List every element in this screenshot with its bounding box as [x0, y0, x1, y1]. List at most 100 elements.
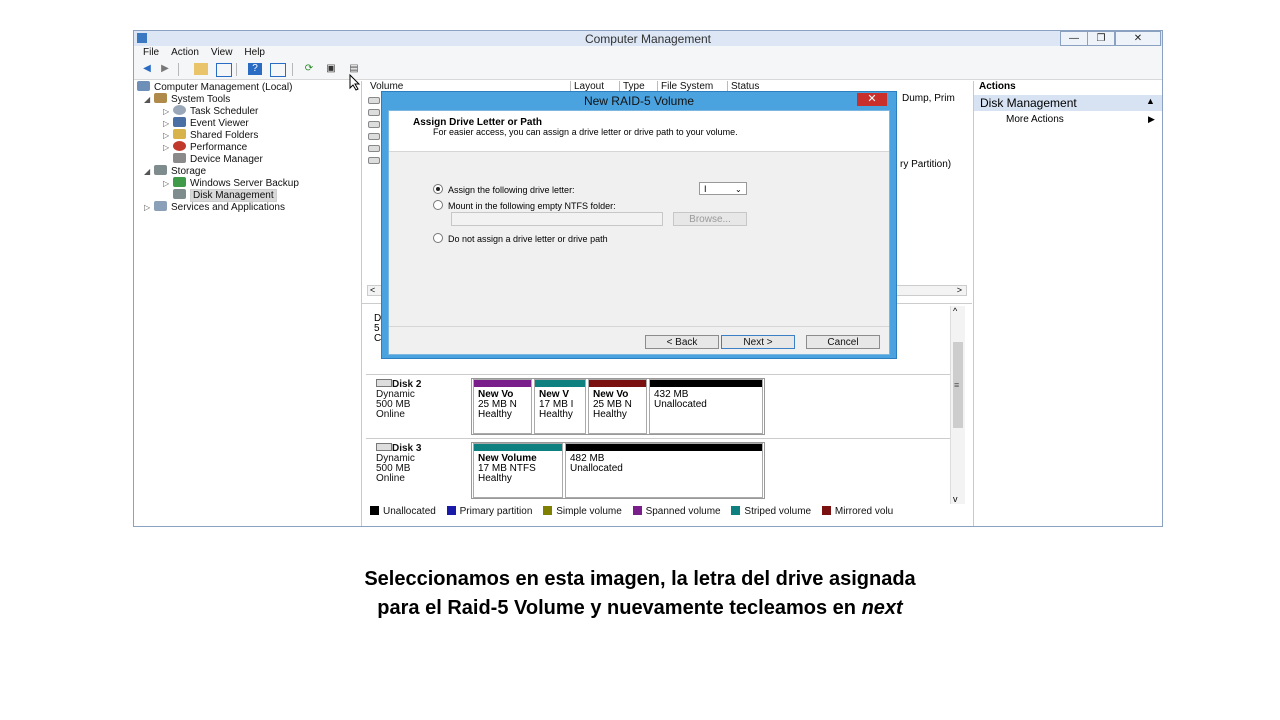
back-arrow-icon[interactable]: ◀: [140, 63, 154, 75]
shared-folder-icon: [173, 129, 186, 139]
partition-block[interactable]: New V 17 MB I Healthy: [534, 379, 586, 434]
help-icon[interactable]: ?: [248, 63, 262, 75]
up-folder-icon[interactable]: [194, 63, 208, 75]
legend-swatch: [731, 506, 741, 515]
disk-icon: [376, 379, 392, 387]
actions-pane: Actions Disk Management ▲ More Actions ▶: [973, 81, 1162, 526]
more-actions-item[interactable]: More Actions ▶: [974, 114, 1162, 126]
collapse-arrow-icon[interactable]: ◢: [144, 94, 154, 106]
computer-icon: [137, 81, 150, 91]
drive-letter-select[interactable]: I ⌄: [699, 182, 747, 195]
legend-swatch: [632, 506, 642, 515]
services-icon: [154, 201, 167, 211]
scroll-down-icon[interactable]: v: [953, 494, 958, 504]
backup-icon: [173, 177, 186, 187]
show-hide-tree-icon[interactable]: [216, 63, 232, 77]
properties-icon[interactable]: ▣: [324, 63, 338, 75]
partition-color-bar: [566, 444, 762, 451]
disk-info[interactable]: Disk 2 Dynamic 500 MB Online: [376, 379, 421, 420]
volume-icon: [368, 109, 380, 116]
event-viewer-icon: [173, 117, 186, 127]
scroll-left-icon[interactable]: <: [370, 285, 375, 295]
forward-arrow-icon[interactable]: ▶: [158, 63, 172, 75]
performance-icon: [173, 141, 186, 151]
partition-block[interactable]: 482 MB Unallocated: [565, 443, 763, 498]
partition-color-bar: [474, 444, 562, 451]
legend: Unallocated Primary partition Simple vol…: [362, 505, 972, 519]
expand-arrow-icon[interactable]: ▷: [144, 202, 154, 214]
volume-icon: [368, 133, 380, 140]
no-letter-option[interactable]: Do not assign a drive letter or drive pa…: [433, 233, 608, 245]
menu-help[interactable]: Help: [244, 46, 265, 60]
legend-swatch: [543, 506, 553, 515]
navigation-tree: Computer Management (Local) ◢ System Tool…: [134, 81, 362, 526]
toolbar-separator: [178, 63, 179, 76]
toolbar-separator: [292, 63, 293, 76]
radio-unselected[interactable]: [433, 200, 443, 210]
partition-color-bar: [650, 380, 762, 387]
caption-line-1: Seleccionamos en esta imagen, la letra d…: [364, 568, 916, 590]
disk-management-icon: [173, 189, 186, 199]
menu-file[interactable]: File: [143, 46, 159, 60]
close-button[interactable]: ✕: [1115, 31, 1161, 46]
partition-block[interactable]: New Vo 25 MB N Healthy: [588, 379, 647, 434]
dialog-title: New RAID-5 Volume: [583, 94, 695, 108]
disk-partition-bar: New Vo 25 MB N Healthy New V 17 MB I Healthy…: [471, 378, 765, 435]
partition-block[interactable]: New Vo 25 MB N Healthy: [473, 379, 532, 434]
disk-partition-bar: New Volume 17 MB NTFS Healthy 482 MB Unallo…: [471, 442, 765, 499]
browse-button[interactable]: Browse...: [673, 212, 747, 226]
partition-block[interactable]: 432 MB Unallocated: [649, 379, 763, 434]
partition-color-bar: [474, 380, 531, 387]
scroll-right-icon[interactable]: >: [957, 285, 962, 295]
title-bar: Computer Management — ❐ ✕: [134, 31, 1162, 46]
toolbar: ◀ ▶ ? ⟳ ▣ ▤: [134, 60, 1162, 80]
caption-line-2: para el Raid-5 Volume y nuevamente tecle…: [377, 597, 903, 619]
status-cell: Dump, Prim: [902, 93, 955, 104]
scroll-up-icon[interactable]: ^: [953, 306, 957, 316]
volume-icon: [368, 121, 380, 128]
device-manager-icon: [173, 153, 186, 163]
back-button[interactable]: < Back: [645, 335, 719, 349]
dialog-divider: [389, 326, 889, 327]
new-raid5-volume-dialog: New RAID-5 Volume ✕ Assign Drive Letter …: [381, 91, 897, 359]
vertical-scrollbar[interactable]: ^ ≡ v: [950, 306, 965, 504]
expand-arrow-icon[interactable]: ▷: [163, 142, 173, 154]
disk-icon: [376, 443, 392, 451]
actions-section-header[interactable]: Disk Management ▲: [974, 95, 1162, 111]
dialog-close-button[interactable]: ✕: [857, 93, 887, 106]
disk-row: Disk 2 Dynamic 500 MB Online New Vo 25 MB…: [366, 374, 960, 437]
tree-item-services-and-applications[interactable]: ▷ Services and Applications: [144, 201, 285, 214]
console-icon[interactable]: [270, 63, 286, 77]
grip-icon: ≡: [954, 380, 960, 390]
expand-arrow-icon[interactable]: ▷: [163, 178, 173, 190]
menu-view[interactable]: View: [211, 46, 233, 60]
legend-swatch: [446, 506, 456, 515]
radio-selected[interactable]: [433, 184, 443, 194]
storage-icon: [154, 165, 167, 175]
partition-color-bar: [535, 380, 585, 387]
collapse-arrow-icon[interactable]: ◢: [144, 166, 154, 178]
collapse-up-icon[interactable]: ▲: [1146, 96, 1155, 106]
volume-icon: [368, 145, 380, 152]
maximize-button[interactable]: ❐: [1087, 31, 1115, 46]
radio-unselected[interactable]: [433, 233, 443, 243]
menu-action[interactable]: Action: [171, 46, 199, 60]
assign-letter-option[interactable]: Assign the following drive letter:: [433, 184, 575, 196]
partition-block[interactable]: New Volume 17 MB NTFS Healthy: [473, 443, 563, 498]
next-button[interactable]: Next >: [721, 335, 795, 349]
volume-icon: [368, 157, 380, 164]
menu-bar: File Action View Help: [134, 46, 1162, 60]
cancel-button[interactable]: Cancel: [806, 335, 880, 349]
folder-path-input[interactable]: [451, 212, 663, 226]
mount-folder-option[interactable]: Mount in the following empty NTFS folder…: [433, 200, 616, 212]
disk-row: Disk 3 Dynamic 500 MB Online New Volume 1…: [366, 438, 960, 501]
tools-icon: [154, 93, 167, 103]
minimize-button[interactable]: —: [1060, 31, 1088, 46]
window-title: Computer Management: [584, 32, 712, 46]
refresh-icon[interactable]: ⟳: [302, 63, 316, 75]
actions-title: Actions: [979, 81, 1016, 92]
status-cell: ry Partition): [900, 159, 952, 170]
legend-swatch: [821, 506, 831, 515]
disk-info[interactable]: Disk 3 Dynamic 500 MB Online: [376, 443, 421, 484]
dialog-subheading: For easier access, you can assign a driv…: [433, 127, 738, 137]
